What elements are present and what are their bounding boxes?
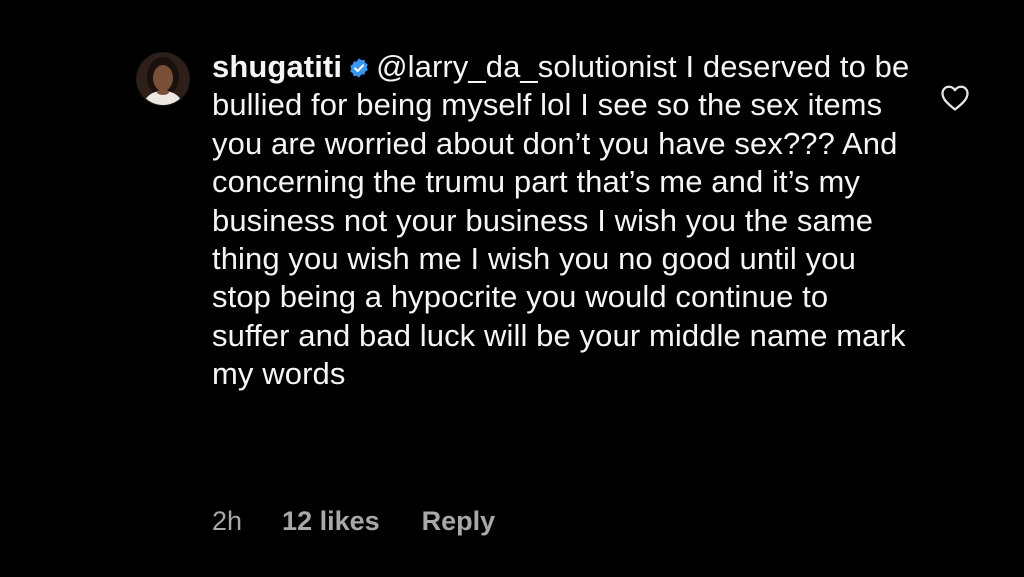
comment-likes[interactable]: 12 likes xyxy=(282,506,380,537)
comment-mention[interactable]: @larry_da_solutionist xyxy=(376,49,677,84)
reply-button[interactable]: Reply xyxy=(422,506,496,537)
comment-body: shugatiti @larry_da_solutionist I deserve… xyxy=(212,48,912,394)
avatar[interactable] xyxy=(136,52,190,106)
verified-badge-icon xyxy=(348,50,370,78)
comment-meta: 2h 12 likes Reply xyxy=(212,506,495,537)
comment-username[interactable]: shugatiti xyxy=(212,49,342,84)
heart-outline-icon[interactable] xyxy=(940,84,970,112)
comment-time: 2h xyxy=(212,506,243,536)
comment-text: I deserved to be bullied for being mysel… xyxy=(212,49,910,392)
avatar-image xyxy=(137,53,189,105)
comment: shugatiti @larry_da_solutionist I deserve… xyxy=(0,0,1024,577)
